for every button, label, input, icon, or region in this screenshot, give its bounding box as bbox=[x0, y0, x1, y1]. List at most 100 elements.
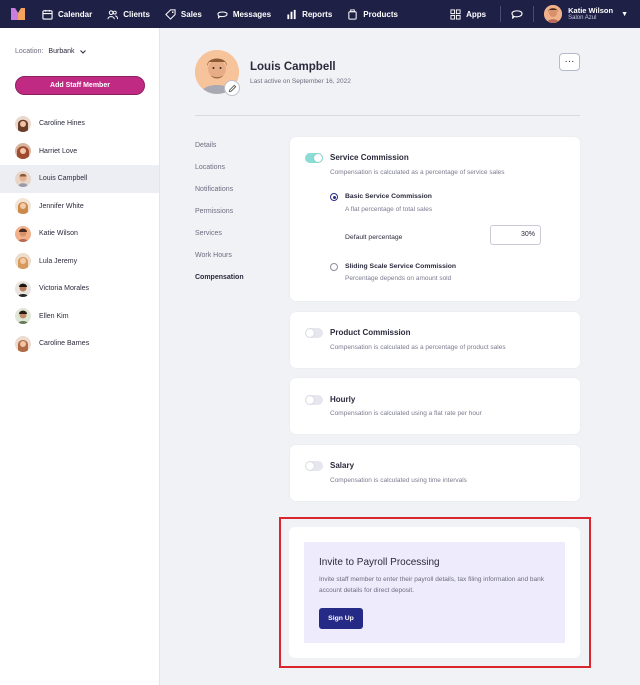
users-icon bbox=[107, 9, 119, 19]
products-icon bbox=[348, 8, 357, 20]
apps-label: Apps bbox=[466, 9, 487, 19]
salary-title: Salary bbox=[330, 461, 355, 470]
avatar bbox=[15, 115, 31, 132]
nav-products[interactable]: Products bbox=[347, 8, 398, 20]
apps-button[interactable]: Apps bbox=[450, 8, 487, 20]
staff-item-ellen-kim[interactable]: Ellen Kim bbox=[0, 303, 159, 331]
staff-sidebar: Location: Burbank Add Staff Member Carol… bbox=[0, 28, 160, 685]
staff-name: Caroline Barnes bbox=[39, 340, 90, 348]
hourly-desc: Compensation is calculated using a flat … bbox=[330, 410, 482, 417]
staff-item-caroline-hines[interactable]: Caroline Hines bbox=[0, 110, 159, 138]
location-value: Burbank bbox=[48, 48, 75, 55]
nav-messages[interactable]: Messages bbox=[217, 9, 271, 20]
default-percentage-label: Default percentage bbox=[345, 234, 403, 241]
chevron-down-icon bbox=[79, 49, 86, 54]
calendar-icon bbox=[42, 9, 53, 20]
staff-item-victoria-morales[interactable]: Victoria Morales bbox=[0, 275, 159, 303]
default-percentage-input[interactable]: 30% bbox=[490, 225, 541, 245]
salary-card: Salary Compensation is calculated using … bbox=[290, 445, 580, 501]
chevron-down-icon: ▼ bbox=[621, 10, 628, 18]
basic-commission-title: Basic Service Commission bbox=[345, 193, 432, 200]
product-commission-desc: Compensation is calculated as a percenta… bbox=[330, 344, 506, 351]
add-staff-member-button[interactable]: Add Staff Member bbox=[15, 76, 145, 95]
salary-toggle[interactable] bbox=[305, 461, 323, 471]
divider bbox=[195, 115, 580, 116]
service-commission-desc: Compensation is calculated as a percenta… bbox=[330, 169, 505, 176]
tab-locations[interactable]: Locations bbox=[195, 164, 244, 186]
staff-name: Louis Campbell bbox=[39, 175, 88, 183]
tab-compensation[interactable]: Compensation bbox=[195, 274, 244, 296]
nav-clients-label: Clients bbox=[123, 9, 150, 19]
avatar bbox=[15, 280, 31, 297]
nav-calendar[interactable]: Calendar bbox=[42, 9, 92, 20]
top-navigation: Calendar Clients Sales Messages Reports … bbox=[0, 0, 640, 28]
product-commission-title: Product Commission bbox=[330, 328, 411, 337]
grid-icon bbox=[450, 8, 461, 20]
edit-avatar-button[interactable] bbox=[224, 80, 240, 96]
last-active-text: Last active on September 16, 2022 bbox=[250, 78, 351, 85]
tab-services[interactable]: Services bbox=[195, 230, 244, 252]
profile-tabs: Details Locations Notifications Permissi… bbox=[195, 142, 244, 296]
message-icon bbox=[217, 10, 228, 18]
nav-sales-label: Sales bbox=[180, 9, 202, 19]
staff-list: Caroline Hines Harriet Love Louis Campbe… bbox=[0, 110, 159, 358]
tag-icon bbox=[165, 8, 176, 20]
location-label: Location: bbox=[15, 48, 44, 55]
logo-icon[interactable] bbox=[11, 8, 25, 20]
chart-icon bbox=[287, 9, 296, 19]
product-commission-toggle[interactable] bbox=[305, 328, 323, 338]
avatar bbox=[15, 198, 31, 215]
chat-icon bbox=[511, 10, 523, 19]
staff-item-katie-wilson[interactable]: Katie Wilson bbox=[0, 220, 159, 248]
more-options-button[interactable]: ··· bbox=[559, 53, 580, 71]
avatar bbox=[544, 5, 563, 23]
avatar bbox=[15, 308, 31, 325]
staff-name: Victoria Morales bbox=[39, 285, 90, 293]
nav-reports-label: Reports bbox=[302, 9, 333, 19]
staff-name: Ellen Kim bbox=[39, 312, 69, 320]
hourly-toggle[interactable] bbox=[305, 395, 323, 405]
sliding-commission-title: Sliding Scale Service Commission bbox=[345, 263, 457, 270]
highlight-box bbox=[279, 517, 591, 668]
tab-notifications[interactable]: Notifications bbox=[195, 186, 244, 208]
avatar bbox=[15, 225, 31, 242]
staff-item-caroline-barnes[interactable]: Caroline Barnes bbox=[0, 330, 159, 358]
location-selector[interactable]: Location: Burbank bbox=[15, 48, 86, 55]
staff-item-lula-jeremy[interactable]: Lula Jeremy bbox=[0, 248, 159, 276]
nav-sales[interactable]: Sales bbox=[165, 8, 202, 20]
tab-work-hours[interactable]: Work Hours bbox=[195, 252, 244, 274]
avatar bbox=[15, 335, 31, 352]
service-commission-card: Service Commission Compensation is calcu… bbox=[290, 137, 580, 301]
pencil-icon bbox=[228, 84, 236, 92]
nav-divider bbox=[500, 6, 502, 22]
tab-details[interactable]: Details bbox=[195, 142, 244, 164]
avatar bbox=[15, 253, 31, 270]
sliding-commission-desc: Percentage depends on amount sold bbox=[345, 275, 452, 282]
nav-calendar-label: Calendar bbox=[58, 9, 93, 19]
staff-item-harriet-love[interactable]: Harriet Love bbox=[0, 138, 159, 166]
hourly-card: Hourly Compensation is calculated using … bbox=[290, 378, 580, 434]
staff-item-jennifer-white[interactable]: Jennifer White bbox=[0, 193, 159, 221]
staff-item-louis-campbell[interactable]: Louis Campbell bbox=[0, 165, 159, 193]
avatar bbox=[15, 170, 31, 187]
sliding-commission-radio[interactable] bbox=[330, 263, 338, 271]
basic-commission-desc: A flat percentage of total sales bbox=[345, 206, 433, 213]
hourly-title: Hourly bbox=[330, 395, 356, 404]
staff-name: Jennifer White bbox=[39, 202, 84, 210]
nav-products-label: Products bbox=[363, 9, 398, 19]
staff-name: Caroline Hines bbox=[39, 120, 85, 128]
user-menu[interactable]: Katie Wilson Salon Azul ▼ bbox=[534, 5, 640, 23]
salary-desc: Compensation is calculated using time in… bbox=[330, 477, 467, 484]
staff-name: Katie Wilson bbox=[39, 230, 78, 238]
tab-permissions[interactable]: Permissions bbox=[195, 208, 244, 230]
chat-button[interactable] bbox=[511, 8, 523, 20]
user-name: Katie Wilson bbox=[568, 5, 614, 15]
nav-clients[interactable]: Clients bbox=[107, 9, 150, 20]
basic-commission-radio[interactable] bbox=[330, 193, 338, 201]
profile-name: Louis Campbell bbox=[250, 61, 336, 73]
product-commission-card: Product Commission Compensation is calcu… bbox=[290, 312, 580, 368]
nav-messages-label: Messages bbox=[232, 9, 272, 19]
user-salon: Salon Azul bbox=[568, 15, 597, 22]
service-commission-toggle[interactable] bbox=[305, 153, 323, 163]
nav-reports[interactable]: Reports bbox=[286, 9, 332, 20]
